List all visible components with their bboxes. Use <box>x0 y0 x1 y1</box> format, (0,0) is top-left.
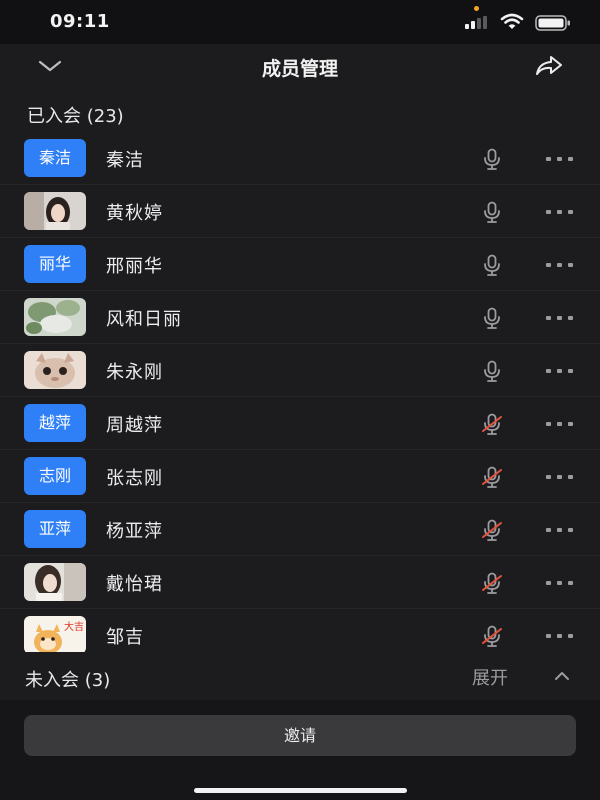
more-options-icon[interactable] <box>544 359 576 383</box>
microphone-icon[interactable] <box>480 306 504 330</box>
member-name: 杨亚萍 <box>106 521 163 542</box>
member-name: 秦洁 <box>106 150 144 171</box>
member-name: 黄秋婷 <box>106 203 163 224</box>
more-options-icon[interactable] <box>544 465 576 489</box>
member-name: 戴怡珺 <box>106 574 163 595</box>
cellular-signal-icon <box>465 16 491 29</box>
microphone-muted-icon[interactable] <box>480 571 504 595</box>
chevron-up-icon[interactable] <box>552 668 572 684</box>
joined-count-label: 已入会 (23) <box>27 106 124 127</box>
member-name: 张志刚 <box>106 468 163 489</box>
avatar <box>24 192 86 230</box>
member-name: 周越萍 <box>106 415 163 436</box>
member-row[interactable]: 亚萍 杨亚萍 <box>0 503 600 556</box>
privacy-indicator-dot <box>474 6 479 11</box>
wifi-icon <box>500 13 524 29</box>
avatar <box>24 563 86 601</box>
member-row[interactable]: 戴怡珺 <box>0 556 600 609</box>
more-options-icon[interactable] <box>544 200 576 224</box>
member-row[interactable]: 风和日丽 <box>0 291 600 344</box>
microphone-icon[interactable] <box>480 359 504 383</box>
avatar: 亚萍 <box>24 510 86 548</box>
more-options-icon[interactable] <box>544 306 576 330</box>
more-options-icon[interactable] <box>544 147 576 171</box>
member-row[interactable]: 朱永刚 <box>0 344 600 397</box>
microphone-muted-icon[interactable] <box>480 518 504 542</box>
member-row[interactable]: 大吉邹吉 <box>0 609 600 652</box>
avatar: 秦洁 <box>24 139 86 177</box>
member-row[interactable]: 志刚 张志刚 <box>0 450 600 503</box>
header-bar: 成员管理 <box>0 44 600 88</box>
member-name: 风和日丽 <box>106 309 182 330</box>
avatar <box>24 298 86 336</box>
member-name: 邹吉 <box>106 627 144 648</box>
not-joined-count-label: 未入会 (3) <box>25 670 111 691</box>
status-bar: 09:11 <box>0 0 600 44</box>
microphone-icon[interactable] <box>480 253 504 277</box>
more-options-icon[interactable] <box>544 412 576 436</box>
more-options-icon[interactable] <box>544 253 576 277</box>
member-management-screen: 09:11 成员管理 已入会 (23) 秦洁 秦洁 黄秋婷 丽华 邢丽华 风和日… <box>0 0 600 800</box>
more-options-icon[interactable] <box>544 624 576 648</box>
avatar: 志刚 <box>24 457 86 495</box>
bottom-bar: 邀请 <box>0 700 600 800</box>
more-options-icon[interactable] <box>544 518 576 542</box>
member-list[interactable]: 秦洁 秦洁 黄秋婷 丽华 邢丽华 风和日丽 朱永刚 越萍 周越萍 志刚 张志刚 亚萍 杨亚萍 戴怡珺 大吉邹… <box>0 132 600 652</box>
avatar: 大吉 <box>24 616 86 652</box>
not-joined-section-header[interactable]: 未入会 (3) 展开 <box>0 652 600 700</box>
battery-icon <box>535 15 570 31</box>
avatar: 越萍 <box>24 404 86 442</box>
joined-section-header: 已入会 (23) <box>0 88 600 136</box>
avatar-sticker-text: 大吉 <box>64 620 84 633</box>
share-icon[interactable] <box>533 52 565 80</box>
member-name: 朱永刚 <box>106 362 163 383</box>
microphone-icon[interactable] <box>480 200 504 224</box>
member-row[interactable]: 丽华 邢丽华 <box>0 238 600 291</box>
more-options-icon[interactable] <box>544 571 576 595</box>
page-title: 成员管理 <box>261 58 338 80</box>
member-name: 邢丽华 <box>106 256 163 277</box>
microphone-muted-icon[interactable] <box>480 624 504 648</box>
avatar: 丽华 <box>24 245 86 283</box>
avatar <box>24 351 86 389</box>
invite-button[interactable]: 邀请 <box>24 715 576 756</box>
member-row[interactable]: 越萍 周越萍 <box>0 397 600 450</box>
member-row[interactable]: 黄秋婷 <box>0 185 600 238</box>
home-indicator <box>194 788 407 793</box>
member-row[interactable]: 秦洁 秦洁 <box>0 132 600 185</box>
microphone-muted-icon[interactable] <box>480 465 504 489</box>
status-time: 09:11 <box>50 11 110 32</box>
expand-button[interactable]: 展开 <box>472 664 508 690</box>
microphone-icon[interactable] <box>480 147 504 171</box>
microphone-muted-icon[interactable] <box>480 412 504 436</box>
